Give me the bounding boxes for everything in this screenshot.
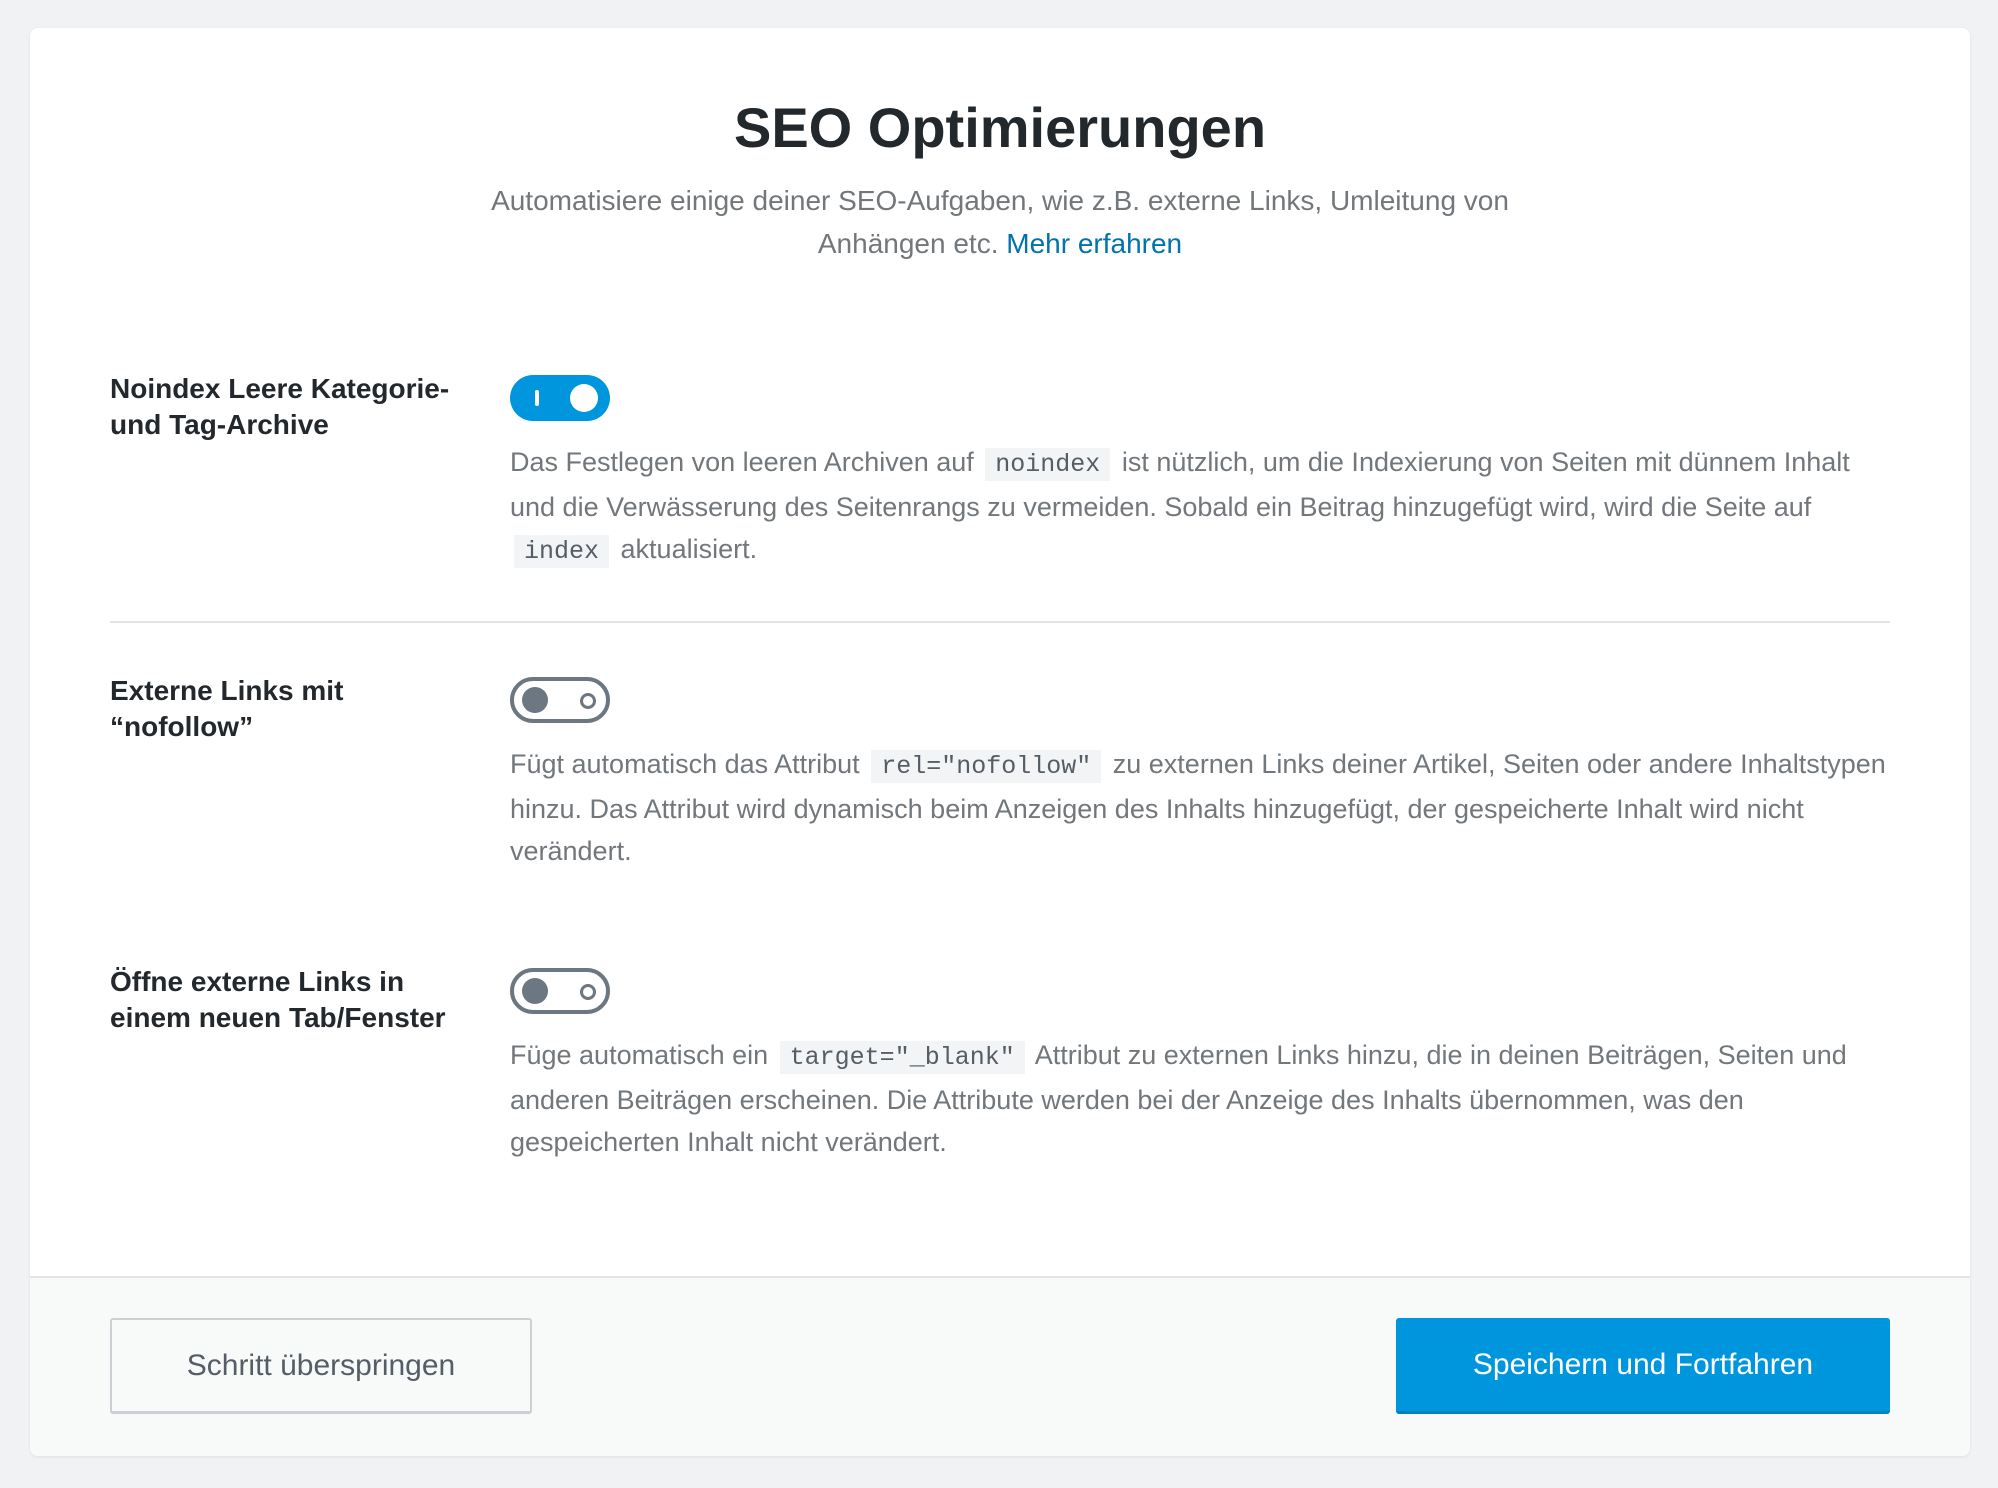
toggle-knob: [522, 978, 548, 1004]
setting-label: Externe Links mit “nofollow”: [110, 645, 510, 745]
desc-text: aktualisiert.: [620, 534, 758, 564]
setting-body: Das Festlegen von leeren Archiven auf no…: [510, 343, 1890, 573]
setting-noindex-empty-archives: Noindex Leere Kategorie- und Tag-Archive…: [110, 343, 1890, 573]
page-subtitle: Automatisiere einige deiner SEO-Aufgaben…: [440, 179, 1560, 265]
setting-external-links-new-tab: Öffne externe Links in einem neuen Tab/F…: [110, 936, 1890, 1163]
code-noindex: noindex: [985, 448, 1111, 481]
setting-label-line1: Externe Links mit: [110, 675, 344, 706]
nofollow-toggle[interactable]: [510, 677, 610, 723]
desc-text: Das Festlegen von leeren Archiven auf: [510, 447, 974, 477]
header: SEO Optimierungen Automatisiere einige d…: [30, 28, 1970, 265]
footer: Schritt überspringen Speichern und Fortf…: [30, 1276, 1970, 1456]
setting-label: Öffne externe Links in einem neuen Tab/F…: [110, 936, 510, 1036]
toggle-knob: [570, 384, 598, 412]
setting-label-line2: und Tag-Archive: [110, 409, 329, 440]
setting-description: Das Festlegen von leeren Archiven auf no…: [510, 441, 1890, 573]
setting-label-line2: einem neuen Tab/Fenster: [110, 1002, 446, 1033]
save-and-continue-button[interactable]: Speichern und Fortfahren: [1396, 1318, 1890, 1414]
setting-description: Fügt automatisch das Attribut rel="nofol…: [510, 743, 1890, 872]
setting-label-line1: Noindex Leere Kategorie-: [110, 373, 450, 404]
setting-external-links-nofollow: Externe Links mit “nofollow” Fügt automa…: [110, 645, 1890, 872]
section-divider: [110, 621, 1890, 623]
skip-step-button[interactable]: Schritt überspringen: [110, 1318, 532, 1414]
setting-body: Fügt automatisch das Attribut rel="nofol…: [510, 645, 1890, 872]
desc-text: Fügt automatisch das Attribut: [510, 749, 860, 779]
learn-more-link[interactable]: Mehr erfahren: [1006, 228, 1182, 259]
setting-label-line2: “nofollow”: [110, 711, 254, 742]
toggle-off-indicator: [580, 693, 596, 709]
code-index: index: [514, 535, 610, 568]
toggle-on-indicator: [535, 390, 539, 406]
setting-body: Füge automatisch ein target="_blank" Att…: [510, 936, 1890, 1163]
page-title: SEO Optimierungen: [733, 96, 1267, 159]
code-rel-nofollow: rel="nofollow": [871, 750, 1102, 783]
new-tab-toggle[interactable]: [510, 968, 610, 1014]
code-target-blank: target="_blank": [779, 1041, 1025, 1074]
setting-description: Füge automatisch ein target="_blank" Att…: [510, 1034, 1890, 1163]
setup-card: SEO Optimierungen Automatisiere einige d…: [30, 28, 1970, 1456]
subtitle-text: Automatisiere einige deiner SEO-Aufgaben…: [491, 185, 1509, 260]
desc-text: Füge automatisch ein: [510, 1040, 769, 1070]
noindex-toggle[interactable]: [510, 375, 610, 421]
setting-label: Noindex Leere Kategorie- und Tag-Archive: [110, 343, 510, 443]
toggle-knob: [522, 687, 548, 713]
toggle-off-indicator: [580, 984, 596, 1000]
setting-label-line1: Öffne externe Links in: [110, 966, 405, 997]
settings-list: Noindex Leere Kategorie- und Tag-Archive…: [110, 343, 1890, 1163]
